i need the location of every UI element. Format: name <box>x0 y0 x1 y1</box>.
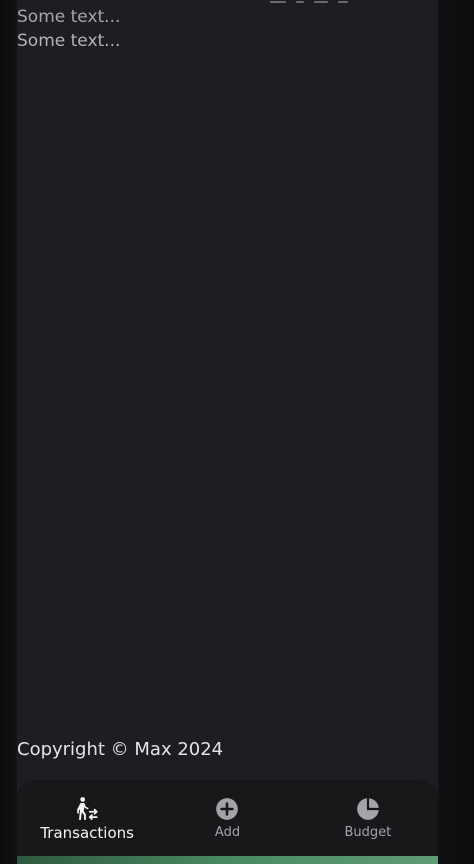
pie-chart-icon <box>356 798 379 820</box>
bottom-navigation: Transactions Add Budget <box>17 780 438 856</box>
clock-icon <box>338 1 348 3</box>
accent-strip <box>17 856 438 864</box>
nav-label-add: Add <box>214 825 241 840</box>
nav-item-transactions[interactable]: Transactions <box>17 780 157 842</box>
content-text-line: Some text... <box>17 31 121 51</box>
status-bar <box>270 0 380 5</box>
nav-label-transactions: Transactions <box>40 824 134 842</box>
copyright-text: Copyright © Max 2024 <box>17 739 224 760</box>
nav-item-add[interactable]: Add <box>157 780 297 842</box>
content-text-line: Some text... <box>17 7 121 27</box>
signal-icon <box>270 1 286 3</box>
add-circle-icon <box>216 798 239 820</box>
wifi-icon <box>296 1 304 3</box>
app-screen: Some text... Some text... Copyright © Ma… <box>0 0 474 864</box>
battery-icon <box>314 1 328 3</box>
nav-label-budget: Budget <box>344 825 392 840</box>
nav-item-budget[interactable]: Budget <box>298 780 438 842</box>
person-transactions-icon <box>77 797 98 821</box>
